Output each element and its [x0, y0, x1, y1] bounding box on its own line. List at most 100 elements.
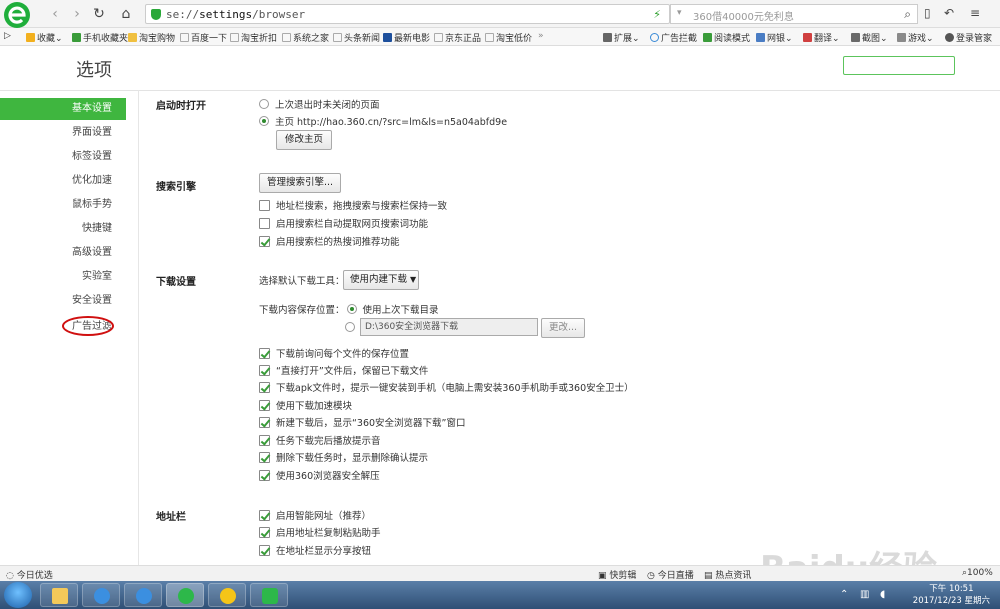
start-button[interactable]: [4, 582, 32, 608]
radio-button[interactable]: [259, 99, 269, 109]
menu-icon[interactable]: ≡: [970, 6, 980, 20]
change-path-button[interactable]: 更改...: [541, 318, 585, 338]
save-path-option[interactable]: [345, 322, 361, 334]
undo-icon[interactable]: ↶: [944, 6, 954, 20]
startup-option-last[interactable]: 上次退出时未关闭的页面: [259, 97, 380, 111]
modify-home-button[interactable]: 修改主页: [276, 130, 332, 150]
search-box[interactable]: ▾ 360借40000元免利息 ⌕: [670, 4, 918, 24]
tray-icon[interactable]: ⌃: [840, 589, 848, 600]
addressbar-option[interactable]: 启用地址栏复制粘贴助手: [259, 525, 381, 539]
extension-item[interactable]: 游戏⌄: [897, 31, 934, 44]
today-picks[interactable]: ◌ 今日优选: [6, 568, 53, 581]
system-clock[interactable]: 下午 10:51 2017/12/23 星期六: [913, 583, 990, 607]
startup-option-home[interactable]: 主页 http://hao.360.cn/?src=lm&ls=n5a04abf…: [259, 114, 507, 128]
checkbox[interactable]: [259, 382, 270, 393]
speed-mode-icon[interactable]: ⚡: [653, 8, 661, 21]
sidebar-item-optimize[interactable]: 优化加速: [0, 170, 114, 192]
extension-item[interactable]: 阅读模式: [703, 31, 750, 44]
today-live[interactable]: ◷ 今日直播: [647, 568, 694, 581]
sidebar-item-basic[interactable]: 基本设置: [0, 98, 126, 120]
checkbox[interactable]: [259, 348, 270, 359]
taskbar-ie2[interactable]: [124, 583, 162, 607]
sidebar-item-advanced[interactable]: 高级设置: [0, 242, 114, 264]
sidebar-item-ui[interactable]: 界面设置: [0, 122, 114, 144]
checkbox[interactable]: [259, 236, 270, 247]
checkbox[interactable]: [259, 527, 270, 538]
sidebar-item-gestures[interactable]: 鼠标手势: [0, 194, 114, 216]
phone-icon[interactable]: ▯: [924, 6, 931, 20]
search-icon[interactable]: ⌕: [904, 7, 911, 22]
hot-news[interactable]: ▤ 热点资讯: [704, 568, 751, 581]
download-tool-label: 选择默认下载工具：: [259, 276, 345, 287]
taskbar-iqiyi[interactable]: [250, 583, 288, 607]
address-bar[interactable]: se://settings/browser ⚡: [145, 4, 670, 24]
bookmark-item[interactable]: 淘宝购物: [128, 31, 175, 44]
network-icon[interactable]: ▥: [860, 589, 869, 600]
settings-search-input[interactable]: [843, 56, 955, 75]
download-option[interactable]: 下载apk文件时，提示一键安装到手机（电脑上需安装360手机助手或360安全卫士…: [259, 380, 634, 394]
download-option[interactable]: 删除下载任务时，显示删除确认提示: [259, 450, 428, 464]
volume-icon[interactable]: ◖: [880, 589, 885, 600]
checkbox[interactable]: [259, 200, 270, 211]
bookmark-item[interactable]: 百度一下: [180, 31, 227, 44]
home-icon[interactable]: ⌂: [117, 5, 135, 23]
checkbox[interactable]: [259, 545, 270, 556]
extension-item[interactable]: 网银⌄: [756, 31, 793, 44]
addressbar-option[interactable]: 在地址栏显示分享按钮: [259, 543, 371, 557]
bookmark-item[interactable]: 淘宝低价: [485, 31, 532, 44]
checkbox[interactable]: [259, 510, 270, 521]
extension-item[interactable]: 截图⌄: [851, 31, 888, 44]
zoom-level[interactable]: ⌕100%: [962, 568, 993, 578]
taskbar-ie[interactable]: [82, 583, 120, 607]
bookmark-item[interactable]: 京东正品: [434, 31, 481, 44]
search-option[interactable]: 启用搜索栏的热搜词推荐功能: [259, 234, 400, 248]
chevron-down-icon[interactable]: ▾: [677, 8, 682, 18]
checkbox[interactable]: [259, 435, 270, 446]
save-path-field[interactable]: D:\360安全浏览器下载: [360, 318, 538, 336]
radio-button[interactable]: [346, 304, 357, 314]
quick-clip[interactable]: ▣ 快剪辑: [598, 568, 636, 581]
checkbox[interactable]: [259, 400, 270, 411]
back-icon[interactable]: ‹: [46, 5, 64, 23]
checkbox[interactable]: [259, 218, 270, 229]
forward-icon[interactable]: ›: [68, 5, 86, 23]
checkbox[interactable]: [259, 417, 270, 428]
taskbar-360-browser[interactable]: [166, 583, 204, 607]
download-option[interactable]: “直接打开”文件后，保留已下载文件: [259, 363, 428, 377]
sidebar-item-tabs[interactable]: 标签设置: [0, 146, 114, 168]
download-option[interactable]: 使用360浏览器安全解压: [259, 468, 380, 482]
search-option[interactable]: 地址栏搜索，拖拽搜索与搜索栏保持一致: [259, 198, 447, 212]
extension-item[interactable]: 翻译⌄: [803, 31, 840, 44]
bookmark-item[interactable]: 淘宝折扣: [230, 31, 277, 44]
taskbar-qq-music[interactable]: [208, 583, 246, 607]
refresh-icon[interactable]: ↻: [90, 5, 108, 23]
sidebar-item-shortcuts[interactable]: 快捷键: [0, 218, 114, 240]
download-option[interactable]: 使用下载加速模块: [259, 398, 352, 412]
search-option[interactable]: 启用搜索栏自动提取网页搜索词功能: [259, 216, 428, 230]
checkbox[interactable]: [259, 452, 270, 463]
more-bookmarks-icon[interactable]: »: [538, 31, 544, 41]
extension-item[interactable]: 扩展⌄: [603, 31, 640, 44]
taskbar-explorer[interactable]: [40, 583, 78, 607]
extension-item[interactable]: 广告拦截: [650, 31, 697, 44]
extension-item[interactable]: 登录管家: [945, 31, 992, 44]
download-tool-select[interactable]: 使用内建下载 ▼: [343, 270, 419, 290]
bookmark-item[interactable]: 手机收藏夹: [72, 31, 128, 44]
download-option[interactable]: 新建下载后，显示“360安全浏览器下载”窗口: [259, 415, 465, 429]
checkbox[interactable]: [259, 365, 270, 376]
sidebar-item-lab[interactable]: 实验室: [0, 266, 114, 288]
addressbar-option[interactable]: 启用智能网址（推荐）: [259, 508, 371, 522]
status-bar: ◌ 今日优选 ▣ 快剪辑 ◷ 今日直播 ▤ 热点资讯 ⌕100%: [0, 565, 1000, 581]
download-option[interactable]: 任务下载完后播放提示音: [259, 433, 381, 447]
sidebar-toggle-icon[interactable]: ▷: [4, 31, 11, 41]
bookmark-item[interactable]: 收藏⌄: [26, 31, 63, 44]
bookmark-item[interactable]: 头条新闻: [333, 31, 380, 44]
manage-search-engines-button[interactable]: 管理搜索引擎...: [259, 173, 341, 193]
radio-button[interactable]: [345, 322, 355, 332]
bookmark-item[interactable]: 最新电影: [383, 31, 430, 44]
sidebar-item-security[interactable]: 安全设置: [0, 290, 114, 312]
radio-button[interactable]: [259, 116, 269, 126]
bookmark-item[interactable]: 系统之家: [282, 31, 329, 44]
download-option[interactable]: 下载前询问每个文件的保存位置: [259, 346, 409, 360]
checkbox[interactable]: [259, 470, 270, 481]
